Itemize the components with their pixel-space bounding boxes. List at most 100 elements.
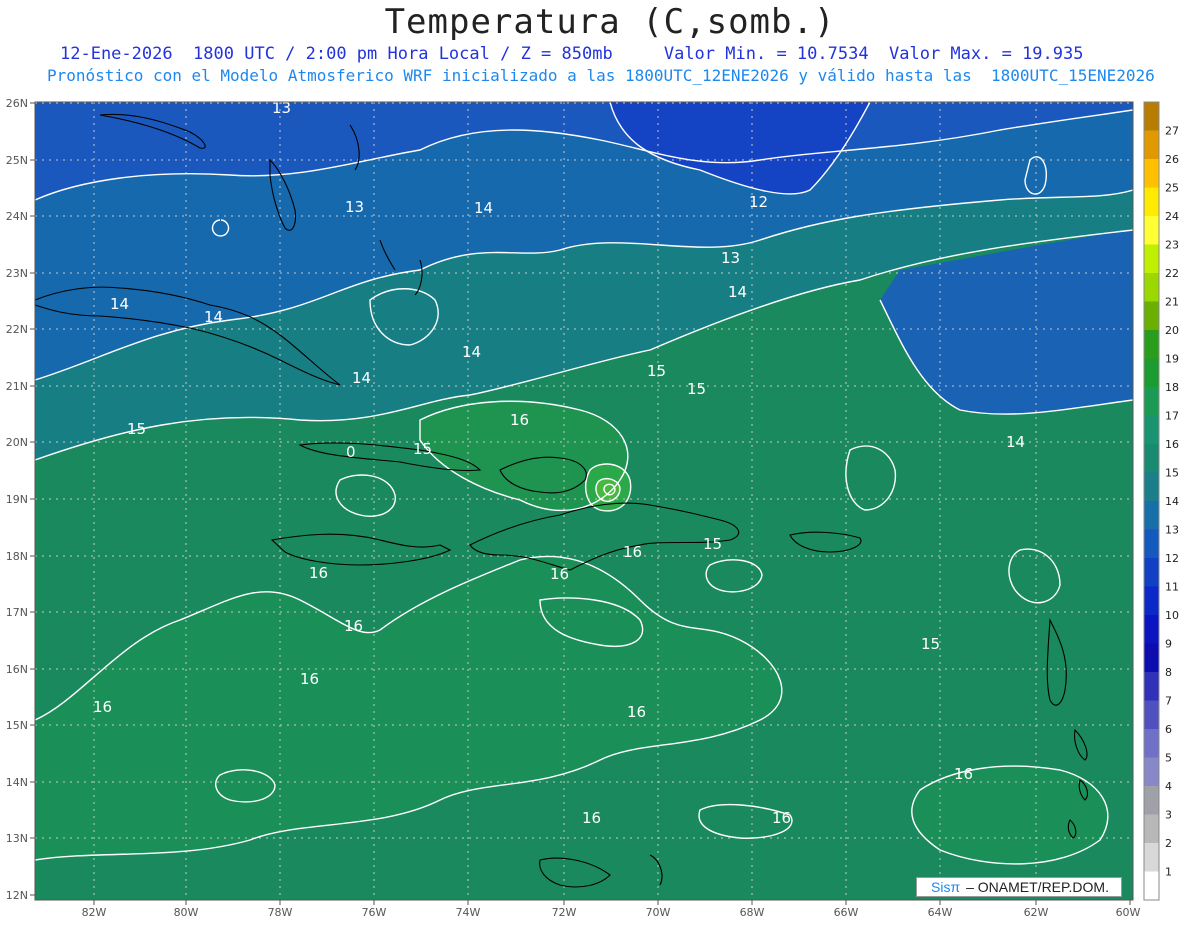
lon-label: 72W (552, 906, 577, 919)
credit-badge: Sisπ – ONAMET/REP.DOM. (916, 877, 1122, 897)
contour-label: 15 (127, 420, 146, 438)
contour-label: 0 (346, 443, 356, 461)
contour-label: 14 (110, 295, 129, 313)
lat-label: 20N (6, 436, 28, 449)
colorbar-tick-label: 3 (1165, 809, 1172, 822)
colorbar-swatch (1144, 843, 1159, 872)
colorbar-tick-label: 22 (1165, 267, 1179, 280)
credit-text: – ONAMET/REP.DOM. (966, 879, 1109, 895)
lon-label: 64W (928, 906, 953, 919)
colorbar-tick-label: 26 (1165, 153, 1179, 166)
contour-label: 13 (721, 249, 740, 267)
colorbar-swatch (1144, 330, 1159, 359)
contour-label: 16 (623, 543, 642, 561)
contour-label: 14 (352, 369, 371, 387)
contour-label: 16 (510, 411, 529, 429)
colorbar-swatch (1144, 301, 1159, 331)
latitude-labels: 26N 25N 24N 23N 22N 21N 20N 19N 18N 17N … (6, 97, 28, 902)
colorbar-tick-label: 18 (1165, 381, 1179, 394)
colorbar-tick-label: 1 (1165, 866, 1172, 879)
lat-label: 24N (6, 210, 28, 223)
colorbar-tick-label: 15 (1165, 467, 1179, 480)
model-info-line: Pronóstico con el Modelo Atmosferico WRF… (47, 66, 1155, 85)
lon-label: 70W (646, 906, 671, 919)
colorbar-swatch (1144, 558, 1159, 587)
contour-label: 16 (582, 809, 601, 827)
colorbar-labels: 2726252423222120191817161514131211109876… (1165, 125, 1179, 879)
lon-label: 82W (82, 906, 107, 919)
lat-label: 16N (6, 663, 28, 676)
weather-map: 13 13 14 12 13 14 14 14 14 14 15 15 16 1… (6, 97, 1179, 919)
contour-label: 15 (687, 380, 706, 398)
colorbar-tick-label: 27 (1165, 125, 1179, 138)
colorbar-swatch (1144, 130, 1159, 160)
lon-label: 78W (268, 906, 293, 919)
lon-label: 60W (1116, 906, 1141, 919)
contour-label: 16 (954, 765, 973, 783)
lon-label: 62W (1024, 906, 1049, 919)
colorbar-tick-label: 4 (1165, 780, 1172, 793)
lat-label: 19N (6, 493, 28, 506)
colorbar-tick-label: 19 (1165, 353, 1179, 366)
colorbar-swatch (1144, 757, 1159, 787)
colorbar-tick-label: 8 (1165, 666, 1172, 679)
colorbar-swatch (1144, 358, 1159, 388)
colorbar-swatch (1144, 244, 1159, 274)
colorbar-swatch (1144, 501, 1159, 530)
longitude-labels: 82W 80W 78W 76W 74W 72W 70W 68W 66W 64W … (82, 906, 1141, 919)
lon-label: 74W (456, 906, 481, 919)
lat-label: 23N (6, 267, 28, 280)
colorbar-swatch (1144, 529, 1159, 559)
lat-label: 15N (6, 719, 28, 732)
lat-ticks (30, 102, 35, 896)
colorbar-swatch (1144, 216, 1159, 245)
contour-label: 16 (772, 809, 791, 827)
contour-label: 16 (627, 703, 646, 721)
colorbar-tick-label: 10 (1165, 609, 1179, 622)
colorbar-tick-label: 5 (1165, 752, 1172, 765)
lon-label: 66W (834, 906, 859, 919)
colorbar (1143, 101, 1160, 901)
contour-label: 15 (413, 440, 432, 458)
contour-label: 14 (728, 283, 747, 301)
colorbar-tick-label: 14 (1165, 495, 1179, 508)
colorbar-swatch (1144, 814, 1159, 844)
contour-label: 16 (550, 565, 569, 583)
colorbar-swatch (1144, 786, 1159, 815)
map-figure: 13 13 14 12 13 14 14 14 14 14 15 15 16 1… (0, 0, 1200, 927)
colorbar-swatch (1144, 472, 1159, 502)
colorbar-swatch (1144, 415, 1159, 445)
colorbar-tick-label: 23 (1165, 239, 1179, 252)
colorbar-swatch (1144, 387, 1159, 416)
colorbar-tick-label: 25 (1165, 182, 1179, 195)
colorbar-tick-label: 6 (1165, 723, 1172, 736)
contour-label: 15 (647, 362, 666, 380)
sispi-logo: Sisπ (931, 879, 961, 895)
contour-label: 16 (93, 698, 112, 716)
lon-label: 76W (362, 906, 387, 919)
lat-label: 12N (6, 889, 28, 902)
colorbar-swatch (1144, 615, 1159, 644)
contour-label: 14 (204, 308, 223, 326)
contour-label: 15 (921, 635, 940, 653)
colorbar-swatch (1144, 273, 1159, 302)
colorbar-tick-label: 9 (1165, 638, 1172, 651)
lat-label: 17N (6, 606, 28, 619)
colorbar-tick-label: 24 (1165, 210, 1179, 223)
colorbar-swatch (1144, 729, 1159, 758)
lat-label: 13N (6, 832, 28, 845)
contour-label: 16 (300, 670, 319, 688)
colorbar-tick-label: 7 (1165, 695, 1172, 708)
colorbar-tick-label: 2 (1165, 837, 1172, 850)
valid-time-line: 12-Ene-2026 1800 UTC / 2:00 pm Hora Loca… (60, 44, 1084, 64)
contour-label: 14 (462, 343, 481, 361)
contour-label: 13 (345, 198, 364, 216)
contour-label: 16 (344, 617, 363, 635)
colorbar-tick-label: 16 (1165, 438, 1179, 451)
colorbar-tick-label: 12 (1165, 552, 1179, 565)
contour-label: 12 (749, 193, 768, 211)
colorbar-swatch (1144, 700, 1159, 730)
contour-label: 14 (474, 199, 493, 217)
lon-ticks (93, 900, 1131, 905)
colorbar-tick-label: 17 (1165, 410, 1179, 423)
